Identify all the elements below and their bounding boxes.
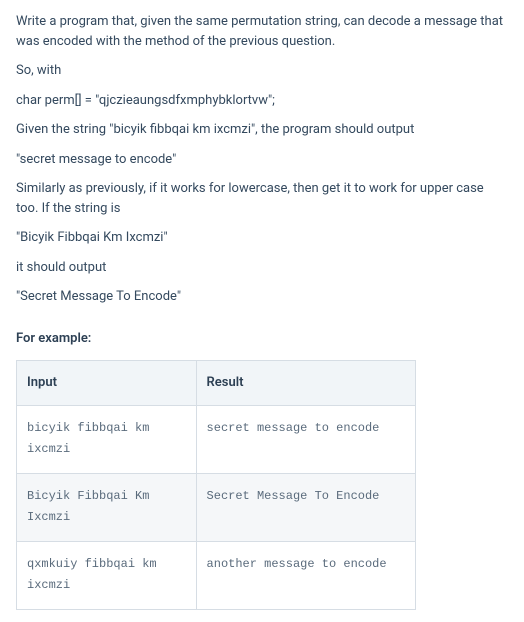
table-row: bicyik fibbqai km ixcmzi secret message … bbox=[17, 405, 416, 473]
paragraph-uppercase-input: "Bicyik Fibbqai Km Ixcmzi" bbox=[16, 228, 508, 248]
table-cell-result: Secret Message To Encode bbox=[196, 473, 415, 541]
example-heading: For example: bbox=[16, 329, 508, 349]
table-header-input: Input bbox=[17, 361, 197, 406]
table-header-result: Result bbox=[196, 361, 415, 406]
paragraph-given-string: Given the string "bicyik fibbqai km ixcm… bbox=[16, 120, 508, 140]
paragraph-expected-output-1: "secret message to encode" bbox=[16, 150, 508, 170]
table-row: qxmkuiy fibbqai km ixcmzi another messag… bbox=[17, 541, 416, 609]
paragraph-char-perm: char perm[] = "qjczieaungsdfxmphybklortv… bbox=[16, 91, 508, 111]
paragraph-it-should-output: it should output bbox=[16, 258, 508, 278]
table-cell-result: secret message to encode bbox=[196, 405, 415, 473]
paragraph-expected-output-2: "Secret Message To Encode" bbox=[16, 287, 508, 307]
table-cell-result: another message to encode bbox=[196, 541, 415, 609]
table-cell-input: Bicyik Fibbqai Km Ixcmzi bbox=[17, 473, 197, 541]
table-row: Bicyik Fibbqai Km Ixcmzi Secret Message … bbox=[17, 473, 416, 541]
paragraph-intro: Write a program that, given the same per… bbox=[16, 12, 508, 51]
paragraph-similarly: Similarly as previously, if it works for… bbox=[16, 179, 508, 218]
table-cell-input: qxmkuiy fibbqai km ixcmzi bbox=[17, 541, 197, 609]
table-cell-input: bicyik fibbqai km ixcmzi bbox=[17, 405, 197, 473]
paragraph-so-with: So, with bbox=[16, 61, 508, 81]
examples-table: Input Result bicyik fibbqai km ixcmzi se… bbox=[16, 360, 416, 610]
